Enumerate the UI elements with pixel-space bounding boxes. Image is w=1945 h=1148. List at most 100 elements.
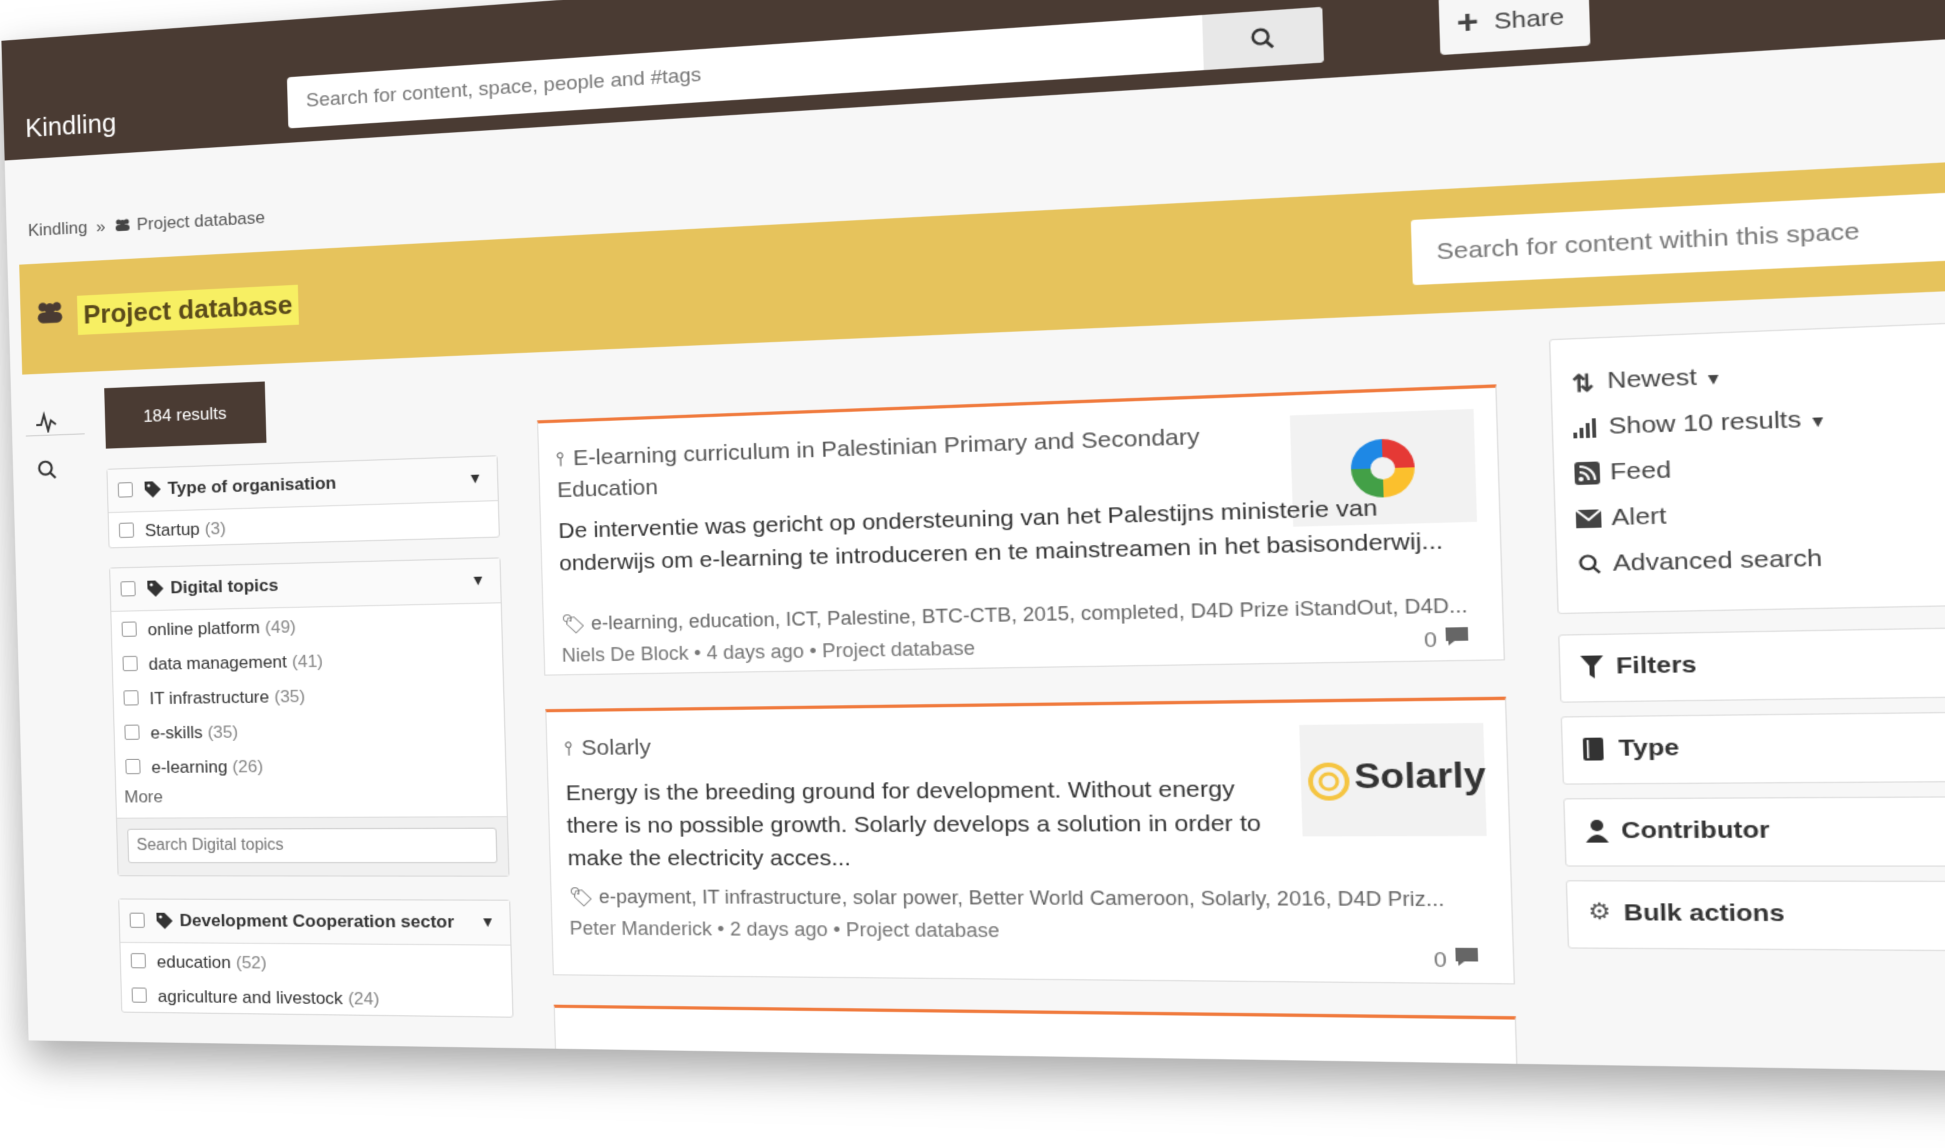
facet-development-cooperation-sector: Development Cooperation sector ▼ educati… <box>118 898 514 1018</box>
rss-icon <box>1574 461 1601 486</box>
checkbox[interactable] <box>117 482 134 498</box>
caret-down-icon[interactable]: ▼ <box>480 913 495 930</box>
facet-item-count: (26) <box>232 756 264 777</box>
search-icon[interactable] <box>36 458 58 481</box>
envelope-icon <box>1575 509 1602 529</box>
feed-label: Feed <box>1609 456 1672 486</box>
pin-icon: ⫯ <box>556 448 565 470</box>
card-title[interactable]: ⫯ E-learning curriculum in Palestinian Pr… <box>556 420 1237 507</box>
facet-type-of-organisation: Type of organisation ▼ Startup (3) <box>106 455 500 549</box>
checkbox[interactable] <box>120 581 136 597</box>
result-card: ⫯ Solarly Solarly Energy is the breeding … <box>545 696 1515 985</box>
card-tags-text[interactable]: e-payment, IT infrastructure, solar powe… <box>598 886 1444 910</box>
card-title-text: E-learning curriculum in Palestinian Pri… <box>556 424 1201 503</box>
card-time: 2 days ago <box>729 918 828 941</box>
filters-panel[interactable]: Filters ▶ <box>1558 622 1945 703</box>
card-author[interactable]: Peter Manderick <box>569 918 712 940</box>
rail-divider <box>25 433 85 437</box>
checkbox[interactable] <box>123 690 139 706</box>
facet-more-link[interactable]: More <box>116 781 507 818</box>
facet-item[interactable]: e-learning (26) <box>115 745 506 783</box>
facet-header[interactable]: Development Cooperation sector ▼ <box>119 899 511 946</box>
cog-icon: ⚙ <box>1587 899 1612 925</box>
card-tags: 🏷 e-payment, IT infrastructure, solar po… <box>568 886 1444 911</box>
facet-title: Development Cooperation sector <box>179 910 455 932</box>
user-icon <box>1585 819 1609 843</box>
share-button[interactable]: + Share <box>1438 0 1591 56</box>
global-search-button[interactable] <box>1202 6 1324 71</box>
result-card <box>553 1004 1519 1077</box>
checkbox[interactable] <box>130 953 146 969</box>
results-tab[interactable]: 184 results <box>104 381 267 449</box>
card-tags-text[interactable]: e-learning, education, ICT, Palestine, B… <box>591 594 1468 634</box>
group-icon <box>37 301 63 324</box>
share-label: Share <box>1493 3 1565 35</box>
meta-separator: • <box>809 640 823 662</box>
breadcrumb-root[interactable]: Kindling <box>28 218 88 240</box>
facet-item-count: (35) <box>207 722 239 743</box>
facet-item-label: agriculture and livestock <box>157 986 344 1009</box>
facet-title: Digital topics <box>170 575 279 598</box>
chevron-down-icon: ▼ <box>1808 411 1828 431</box>
facet-item-count: (3) <box>204 518 227 539</box>
card-time: 4 days ago <box>706 640 805 664</box>
caret-down-icon[interactable]: ▼ <box>470 571 485 588</box>
pin-icon: ⫯ <box>564 738 574 760</box>
facet-item-label: Startup <box>144 519 201 541</box>
space-search-placeholder: Search for content within this space <box>1436 218 1861 265</box>
facet-item-label: online platform <box>147 617 261 640</box>
meta-separator: • <box>693 642 707 664</box>
facet-item[interactable]: IT infrastructure (35) <box>113 674 504 715</box>
activity-icon[interactable] <box>35 410 57 433</box>
global-search-input[interactable]: Search for content, space, people and #t… <box>286 6 1324 129</box>
list-icon[interactable] <box>1807 0 1866 2</box>
top-navbar: Kindling Search for content, space, peop… <box>1 0 1945 161</box>
checkbox[interactable] <box>124 724 140 740</box>
card-title[interactable]: ⫯ Solarly <box>564 726 1245 765</box>
comment-icon <box>1455 947 1479 967</box>
bulk-actions-panel[interactable]: ⚙ Bulk actions ▶ <box>1565 880 1945 954</box>
space-search-input[interactable]: Search for content within this space <box>1410 183 1945 286</box>
card-meta: Peter Manderick • 2 days ago • Project d… <box>569 918 1000 943</box>
facet-item-label: e-learning <box>151 757 228 778</box>
facet-item-label: IT infrastructure <box>149 687 270 709</box>
facet-item[interactable]: e-skills (35) <box>114 710 505 749</box>
caret-down-icon[interactable]: ▼ <box>467 469 482 486</box>
global-search-placeholder: Search for content, space, people and #t… <box>305 63 702 112</box>
contributor-panel[interactable]: Contributor ▶ <box>1563 794 1945 867</box>
checkbox[interactable] <box>121 621 137 637</box>
checkbox[interactable] <box>122 655 138 672</box>
comment-count-value: 0 <box>1433 948 1448 973</box>
facet-item[interactable]: education (52) <box>120 943 511 981</box>
facet-search-input[interactable]: Search Digital topics <box>127 827 498 864</box>
result-card: ⫯ E-learning curriculum in Palestinian Pr… <box>537 384 1505 676</box>
page-size-label: Show 10 results <box>1608 406 1802 440</box>
brand-logo[interactable]: Kindling <box>25 107 117 144</box>
card-author[interactable]: Niels De Block <box>562 643 689 666</box>
comment-count[interactable]: 0 <box>1423 626 1471 654</box>
type-panel[interactable]: Type ▶ <box>1560 708 1945 785</box>
facet-item[interactable]: agriculture and livestock (24) <box>121 977 512 1016</box>
checkbox[interactable] <box>129 912 145 928</box>
book-icon <box>1582 737 1604 761</box>
card-space[interactable]: Project database <box>846 919 1000 941</box>
chevron-down-icon: ▼ <box>1703 368 1723 389</box>
facet-item-count: (24) <box>347 988 380 1009</box>
space-title[interactable]: Project database <box>76 284 300 335</box>
checkbox[interactable] <box>118 522 135 539</box>
comment-count[interactable]: 0 <box>1433 947 1481 974</box>
facet-item-label: e-skills <box>150 722 203 743</box>
meta-separator: • <box>832 918 847 941</box>
logo-text: Solarly <box>1353 754 1487 796</box>
breadcrumb-current[interactable]: Project database <box>136 208 265 234</box>
card-meta: Niels De Block • 4 days ago • Project da… <box>562 637 976 667</box>
card-space[interactable]: Project database <box>822 637 976 661</box>
signal-icon <box>1573 418 1597 439</box>
sun-icon <box>1305 760 1352 803</box>
facet-item-label: education <box>156 952 232 973</box>
checkbox[interactable] <box>125 758 141 775</box>
checkbox[interactable] <box>131 987 147 1003</box>
card-tags: 🏷 e-learning, education, ICT, Palestine,… <box>561 594 1468 635</box>
tag-icon: 🏷 <box>560 612 586 635</box>
comment-count-value: 0 <box>1423 628 1438 653</box>
